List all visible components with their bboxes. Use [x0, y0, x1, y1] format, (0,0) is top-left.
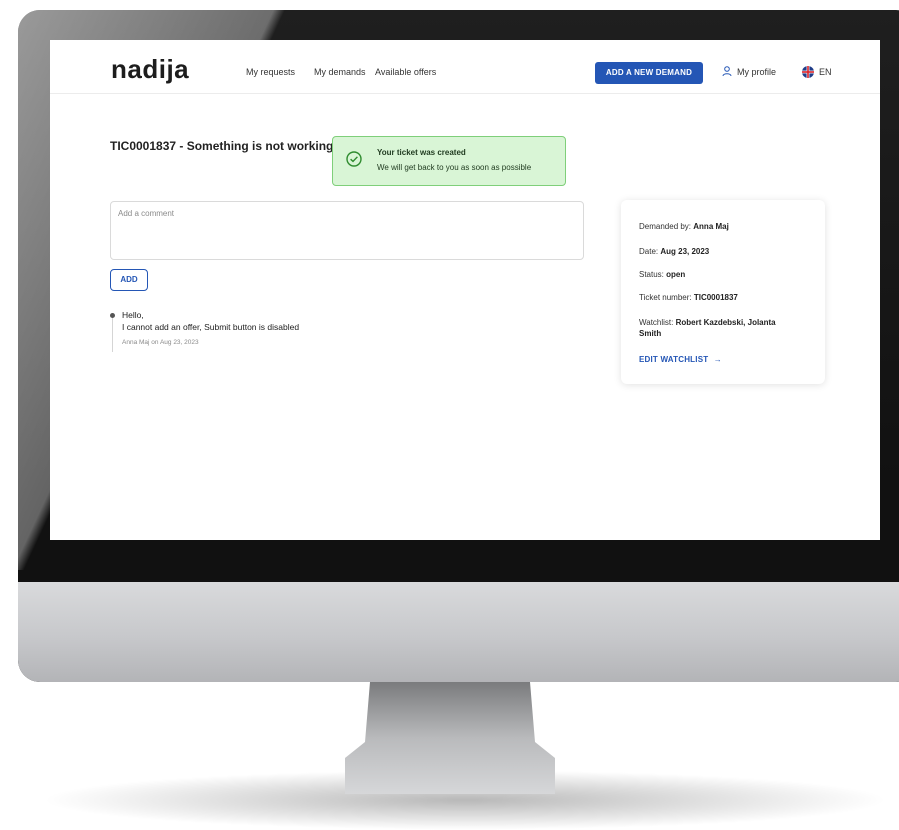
screen: nadija My requests My demands Available …	[50, 40, 880, 540]
demanded-by-row: Demanded by: Anna Maj	[639, 222, 729, 231]
comment-input[interactable]: Add a comment	[110, 201, 584, 260]
comment-placeholder: Add a comment	[118, 209, 175, 218]
status-row: Status: open	[639, 270, 685, 279]
nav-my-requests[interactable]: My requests	[246, 67, 295, 77]
comment-thread: Hello, I cannot add an offer, Submit but…	[110, 310, 410, 352]
top-nav-bar: nadija My requests My demands Available …	[50, 40, 880, 94]
bullet-icon	[110, 313, 115, 318]
watchlist-row: Watchlist: Robert Kazdebski, Jolanta	[639, 318, 776, 327]
check-circle-icon	[346, 151, 362, 167]
app-logo[interactable]: nadija	[111, 54, 189, 85]
ticket-number-value: TIC0001837	[693, 293, 738, 302]
watchlist-row-2: Smith	[639, 329, 661, 338]
status-value: open	[666, 270, 686, 279]
arrow-right-icon: →	[713, 355, 722, 364]
ticket-title: TIC0001837 - Something is not working	[110, 139, 334, 153]
comment-line-1: Hello,	[122, 310, 144, 320]
add-new-demand-button[interactable]: ADD A NEW DEMAND	[595, 62, 703, 84]
nav-my-demands[interactable]: My demands	[314, 67, 366, 77]
edit-watchlist-link[interactable]: EDIT WATCHLIST →	[639, 355, 722, 364]
comment-line-2: I cannot add an offer, Submit button is …	[122, 322, 300, 332]
toast-message: We will get back to you as soon as possi…	[377, 163, 532, 172]
person-icon	[722, 66, 732, 77]
language-switcher[interactable]: EN	[802, 66, 832, 78]
date-row: Date: Aug 23, 2023	[639, 247, 709, 256]
watchlist-label: Watchlist:	[639, 318, 676, 327]
demanded-by-label: Demanded by:	[639, 222, 694, 231]
date-label: Date:	[639, 247, 661, 256]
watchlist-value-2: Smith	[639, 329, 662, 338]
watchlist-value-1: Robert Kazdebski, Jolanta	[675, 318, 776, 327]
comment-meta: Anna Maj on Aug 23, 2023	[122, 339, 199, 346]
status-label: Status:	[639, 270, 667, 279]
my-profile-label: My profile	[737, 66, 777, 77]
ticket-number-row: Ticket number: TIC0001837	[639, 293, 738, 302]
nav-available-offers[interactable]: Available offers	[375, 67, 436, 77]
toast-title: Your ticket was created	[377, 148, 466, 157]
ticket-info-card: Demanded by: Anna Maj Date: Aug 23, 2023…	[621, 200, 825, 384]
uk-flag-icon	[802, 66, 814, 78]
success-toast: Your ticket was created We will get back…	[332, 136, 566, 186]
my-profile-link[interactable]: My profile	[722, 66, 776, 77]
language-label: EN	[819, 67, 832, 77]
edit-watchlist-label: EDIT WATCHLIST	[639, 355, 709, 364]
demanded-by-value: Anna Maj	[693, 222, 729, 231]
add-comment-button[interactable]: ADD	[110, 269, 148, 291]
date-value: Aug 23, 2023	[660, 247, 710, 256]
monitor-stand	[345, 682, 555, 794]
ticket-number-label: Ticket number:	[639, 293, 694, 302]
monitor-chin	[18, 582, 899, 682]
thread-line	[112, 316, 113, 352]
